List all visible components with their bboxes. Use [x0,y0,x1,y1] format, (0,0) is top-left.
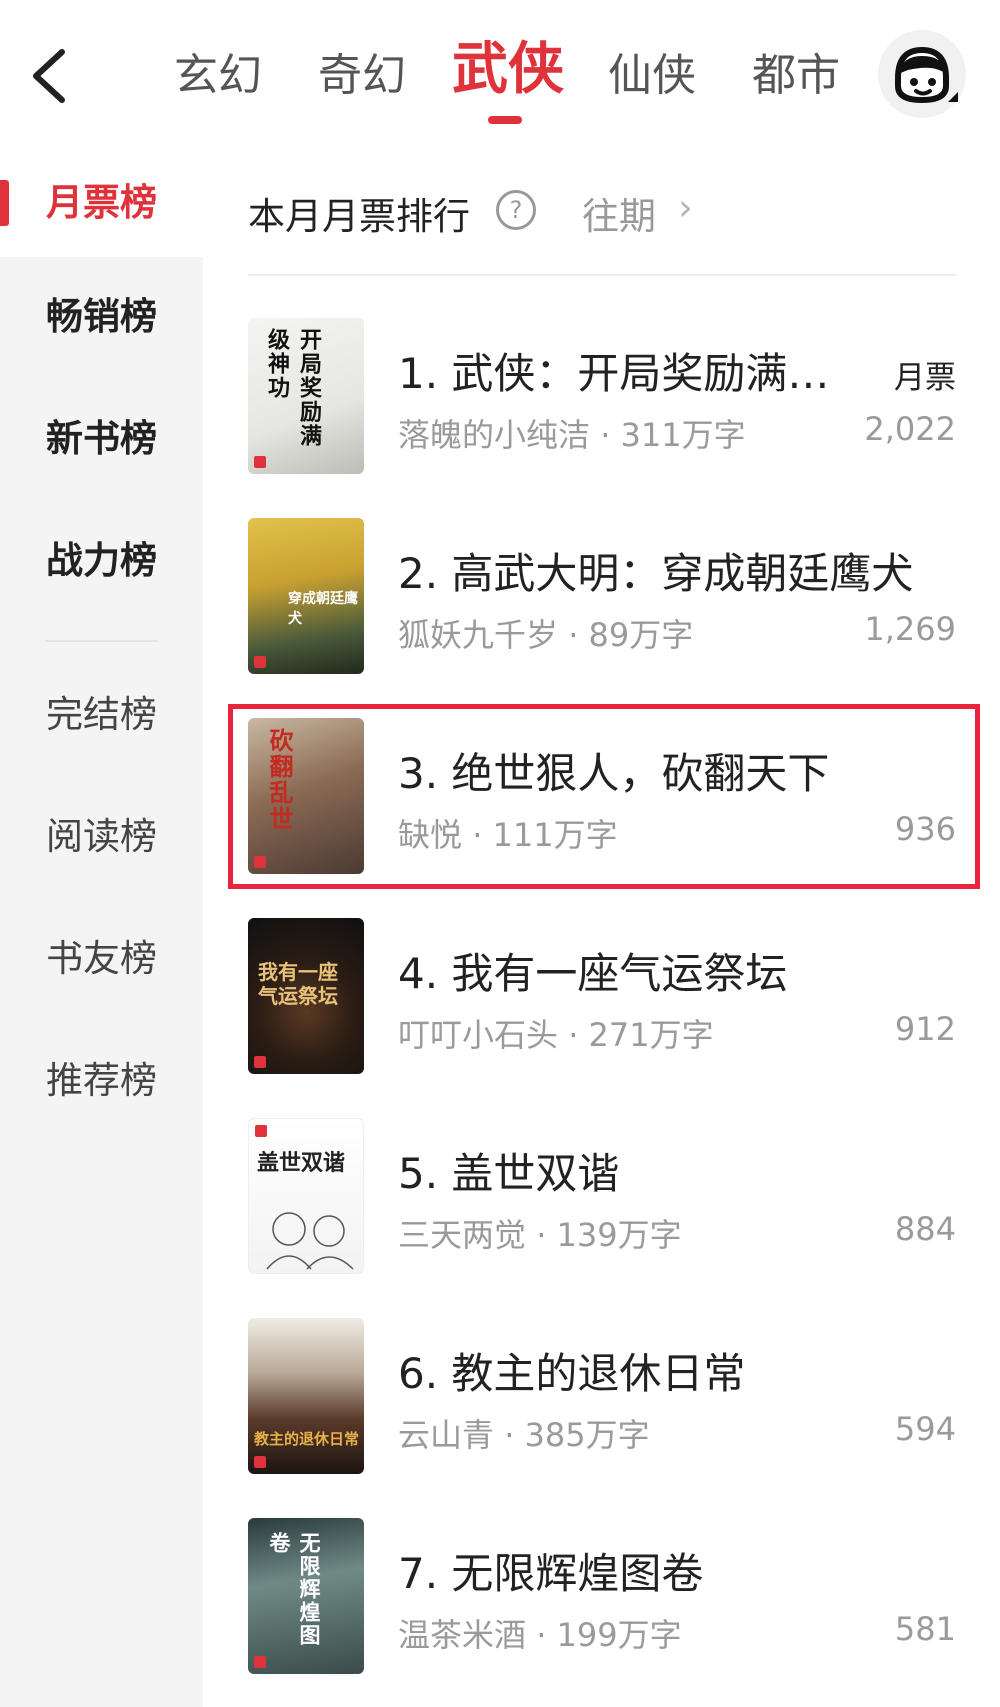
book-item-7[interactable]: 无限辉煌图卷 7. 无限辉煌图卷 温茶米酒 · 199万字 581 [248,1518,956,1678]
book-cover: 我有一座气运祭坛 [248,918,364,1074]
ranking-sidebar: 月票榜 畅销榜 新书榜 战力榜 完结榜 阅读榜 书友榜 推荐榜 [0,150,203,1707]
book-meta: 叮叮小石头 · 271万字 [398,1016,714,1054]
book-item-1[interactable]: 开局奖励满级神功 1. 武侠：开局奖励满… 月票 落魄的小纯洁 · 311万字 … [248,318,956,478]
book-author: 叮叮小石头 [398,1016,559,1054]
book-votes: 884 [894,1210,956,1248]
book-title: 5. 盖世双谐 [398,1149,620,1198]
book-author: 温茶米酒 [398,1616,527,1654]
book-author: 狐妖九千岁 [398,616,559,654]
book-cover: 教主的退休日常 [248,1318,364,1474]
cover-title: 无限辉煌图卷 [267,1532,321,1647]
chevron-right-icon: › [678,186,693,229]
book-author: 落魄的小纯洁 [398,416,591,454]
sidebar-divider [45,640,158,642]
book-word-count: 311万字 [620,416,746,454]
book-meta: 云山青 · 385万字 [398,1416,650,1454]
question-circle-icon[interactable]: ? [496,190,536,230]
sidebar-item-bestseller[interactable]: 畅销榜 [0,272,203,362]
top-bar: 玄幻 奇幻 武侠 仙侠 都市 [0,0,1000,150]
book-cover: 无限辉煌图卷 [248,1518,364,1674]
book-cover: 盖世双谐 [248,1118,364,1274]
sidebar-item-new-books[interactable]: 新书榜 [0,394,203,484]
sidebar-item-reading[interactable]: 阅读榜 [0,792,203,882]
book-meta: 温茶米酒 · 199万字 [398,1616,682,1654]
book-word-count: 271万字 [588,1016,714,1054]
book-item-2[interactable]: 穿成朝廷鹰犬 2. 高武大明：穿成朝廷鹰犬 狐妖九千岁 · 89万字 1,269 [248,518,956,678]
book-title: 1. 武侠：开局奖励满… [398,349,830,398]
tab-xuanhuan[interactable]: 玄幻 [174,40,262,120]
publisher-logo [254,1056,266,1068]
book-votes: 581 [894,1610,956,1648]
user-avatar-icon [895,46,958,104]
book-word-count: 139万字 [556,1216,682,1254]
book-meta: 三天两觉 · 139万字 [398,1216,682,1254]
book-item-6[interactable]: 教主的退休日常 6. 教主的退休日常 云山青 · 385万字 594 [248,1318,956,1478]
chevron-left-icon [33,49,65,103]
book-word-count: 199万字 [556,1616,682,1654]
publisher-logo [254,456,266,468]
book-meta: 落魄的小纯洁 · 311万字 [398,416,746,454]
book-cover: 开局奖励满级神功 [248,318,364,474]
past-periods-link[interactable]: 往期 [582,186,656,240]
publisher-logo [254,1656,266,1668]
book-votes: 2,022 [864,410,956,448]
sidebar-item-power[interactable]: 战力榜 [0,516,203,606]
book-cover: 穿成朝廷鹰犬 [248,518,364,674]
book-title: 2. 高武大明：穿成朝廷鹰犬 [398,549,914,598]
cover-illustration [266,1212,354,1270]
book-votes: 1,269 [864,610,956,648]
cover-title: 开局奖励满级神功 [264,328,321,448]
book-item-4[interactable]: 我有一座气运祭坛 4. 我有一座气运祭坛 叮叮小石头 · 271万字 912 [248,918,956,1078]
publisher-logo [254,656,266,668]
book-word-count: 89万字 [588,616,694,654]
book-word-count: 385万字 [524,1416,650,1454]
book-author: 三天两觉 [398,1216,527,1254]
cover-title: 教主的退休日常 [254,1430,360,1448]
book-title: 4. 我有一座气运祭坛 [398,949,788,998]
publisher-logo [254,1456,266,1468]
header-divider [248,274,956,276]
tab-wuxia[interactable]: 武侠 [452,34,564,114]
back-button[interactable] [22,40,82,110]
book-meta: 狐妖九千岁 · 89万字 [398,616,694,654]
book-title: 7. 无限辉煌图卷 [398,1549,704,1598]
book-votes: 594 [894,1410,956,1448]
votes-column-label: 月票 [894,360,956,396]
sidebar-item-monthly-votes[interactable]: 月票榜 [0,158,203,248]
cover-title: 穿成朝廷鹰犬 [288,591,358,627]
tab-dushi[interactable]: 都市 [752,40,840,120]
cover-title: 我有一座气运祭坛 [258,960,338,1008]
book-title: 6. 教主的退休日常 [398,1349,746,1398]
sidebar-item-recommended[interactable]: 推荐榜 [0,1036,203,1126]
highlight-box [228,704,980,889]
book-item-5[interactable]: 盖世双谐 5. 盖世双谐 三天两觉 · 139万字 884 [248,1118,956,1278]
active-tab-indicator [488,116,522,124]
book-author: 云山青 [398,1416,495,1454]
user-avatar-button[interactable] [878,30,966,118]
sidebar-item-book-friends[interactable]: 书友榜 [0,914,203,1004]
ranking-title: 本月月票排行 [248,195,470,238]
tab-qihuan[interactable]: 奇幻 [318,40,406,120]
tab-xianxia[interactable]: 仙侠 [608,40,696,120]
publisher-logo [255,1125,267,1137]
book-votes: 912 [894,1010,956,1048]
sidebar-item-completed[interactable]: 完结榜 [0,670,203,760]
